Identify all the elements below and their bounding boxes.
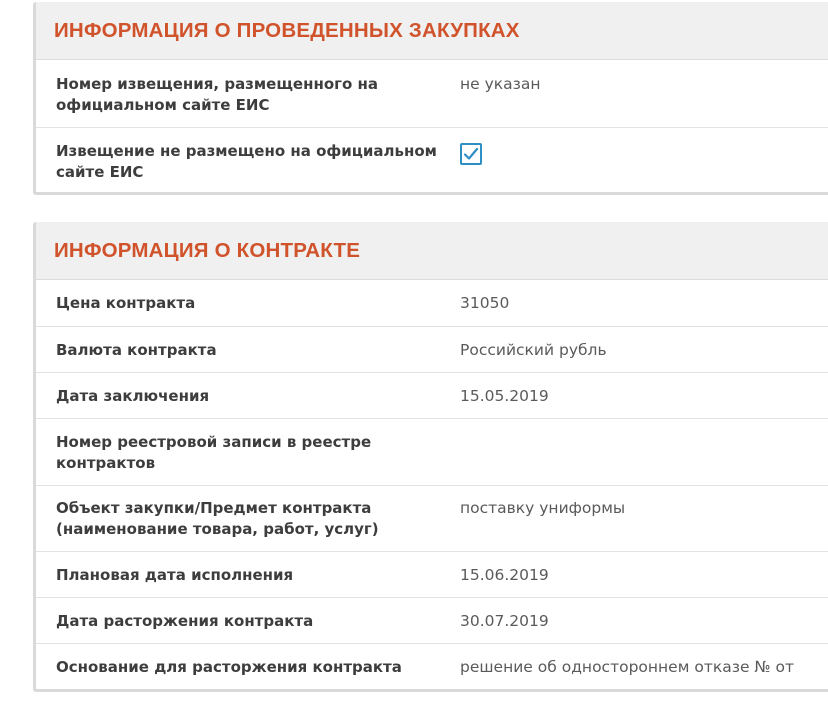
contract-price-row: Цена контракта 31050 [36, 280, 828, 327]
contract-subject-label: Объект закупки/Предмет контракта (наимен… [56, 499, 379, 538]
conclusion-date-label: Дата заключения [56, 387, 210, 405]
termination-date-value: 30.07.2019 [460, 612, 549, 630]
conclusion-date-row: Дата заключения 15.05.2019 [36, 373, 828, 419]
contract-info-title: ИНФОРМАЦИЯ О КОНТРАКТЕ [54, 238, 361, 262]
contract-price-label: Цена контракта [56, 294, 196, 312]
planned-execution-date-row: Плановая дата исполнения 15.06.2019 [36, 552, 828, 598]
contract-info-header: ИНФОРМАЦИЯ О КОНТРАКТЕ [36, 222, 828, 280]
procurement-info-card: ИНФОРМАЦИЯ О ПРОВЕДЕННЫХ ЗАКУПКАХ Номер … [33, 2, 828, 195]
notice-number-label: Номер извещения, размещенного на официал… [56, 75, 378, 114]
planned-execution-date-label: Плановая дата исполнения [56, 566, 294, 584]
checkmark-icon [463, 147, 479, 160]
termination-date-label: Дата расторжения контракта [56, 612, 314, 630]
contract-currency-label: Валюта контракта [56, 341, 217, 359]
contract-subject-row: Объект закупки/Предмет контракта (наимен… [36, 486, 828, 552]
termination-date-row: Дата расторжения контракта 30.07.2019 [36, 598, 828, 644]
planned-execution-date-value: 15.06.2019 [460, 566, 549, 584]
contract-price-value: 31050 [460, 294, 510, 312]
termination-reason-row: Основание для расторжения контракта реше… [36, 644, 828, 688]
procurement-info-title: ИНФОРМАЦИЯ О ПРОВЕДЕННЫХ ЗАКУПКАХ [54, 18, 520, 42]
contract-currency-row: Валюта контракта Российский рубль [36, 327, 828, 373]
notice-number-row: Номер извещения, размещенного на официал… [36, 60, 828, 128]
termination-reason-label: Основание для расторжения контракта [56, 658, 402, 676]
notice-not-published-label: Извещение не размещено на официальном са… [56, 142, 437, 181]
contract-currency-value: Российский рубль [460, 341, 607, 359]
registry-number-label: Номер реестровой записи в реестре контра… [56, 433, 372, 472]
contract-info-card: ИНФОРМАЦИЯ О КОНТРАКТЕ Цена контракта 31… [33, 222, 828, 692]
contract-subject-value: поставку униформы [460, 499, 626, 517]
registry-number-row: Номер реестровой записи в реестре контра… [36, 419, 828, 486]
conclusion-date-value: 15.05.2019 [460, 387, 549, 405]
notice-number-value: не указан [460, 75, 541, 93]
procurement-info-header: ИНФОРМАЦИЯ О ПРОВЕДЕННЫХ ЗАКУПКАХ [36, 2, 828, 60]
notice-not-published-checkbox[interactable] [460, 143, 482, 165]
termination-reason-value: решение об одностороннем отказе № от [460, 658, 794, 676]
notice-not-published-row: Извещение не размещено на официальном са… [36, 128, 828, 192]
